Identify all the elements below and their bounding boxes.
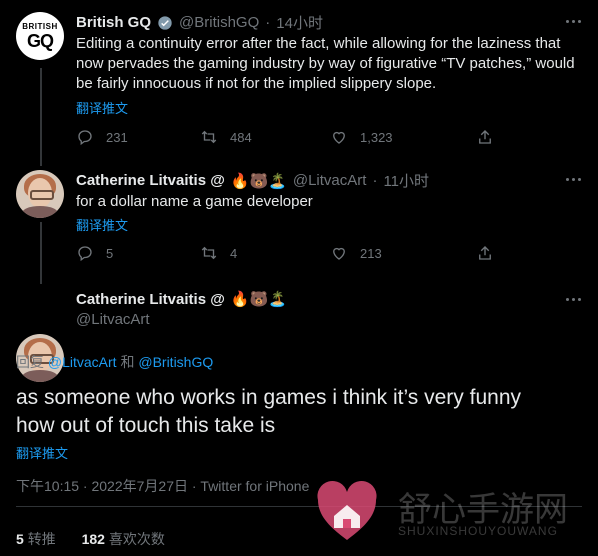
tweet1-translate-link[interactable]: 翻译推文 — [76, 98, 128, 117]
thread-connector-1 — [40, 68, 42, 166]
tweet1-time[interactable]: 14小时 — [276, 12, 323, 33]
tweet2-dot: · — [372, 172, 378, 189]
reply-context: 回复 @LitvacArt 和 @BritishGQ — [16, 352, 213, 372]
main-tweet-handle[interactable]: @LitvacArt — [76, 311, 150, 328]
like-count: 1,323 — [360, 129, 393, 145]
tweet2-name-emojis: 🔥🐻🏝️ — [230, 172, 287, 190]
tweet2-translate-link[interactable]: 翻译推文 — [76, 215, 128, 234]
tweet2-text: for a dollar name a game developer — [76, 193, 313, 210]
heart-icon — [333, 247, 345, 260]
catherine-avatar[interactable] — [16, 170, 64, 218]
retweet-count: 484 — [230, 129, 252, 145]
reply-icon — [78, 246, 92, 262]
reply-button[interactable]: 231 — [76, 128, 200, 146]
share-button[interactable] — [476, 128, 494, 146]
retweet-stat[interactable]: 5 转推 — [16, 531, 60, 547]
main-tweet-stats: 5 转推 182 喜欢次数 — [16, 529, 165, 549]
retweet-icon — [201, 130, 217, 144]
main-tweet-text-line: how out of touch this take is — [16, 414, 276, 437]
reply-count: 231 — [106, 129, 128, 145]
tweet1-text-line: now pervades the gaming industry by way … — [76, 55, 575, 72]
retweet-count: 4 — [230, 245, 238, 261]
tweet1-handle[interactable]: @BritishGQ — [179, 14, 259, 31]
like-stat-label: 喜欢次数 — [108, 531, 165, 547]
main-tweet-name-emojis: 🔥🐻🏝️ — [230, 291, 287, 308]
tweet2-time[interactable]: 11小时 — [383, 170, 429, 191]
tweet1-header: British GQ @BritishGQ · 14小时 — [76, 12, 323, 33]
share-button[interactable] — [476, 244, 494, 262]
tweet2-author-name[interactable]: Catherine Litvaitis @ — [76, 172, 225, 189]
gq-logo-bottom: GQ — [26, 30, 54, 51]
like-button[interactable]: 1,323 — [330, 128, 476, 146]
like-stat-count: 182 — [81, 531, 105, 547]
retweet-stat-label: 转推 — [27, 531, 56, 547]
verified-badge-icon — [157, 15, 173, 31]
like-count: 213 — [360, 245, 382, 261]
reply-prefix: 回复 — [16, 354, 44, 370]
main-tweet-text: as someone who works in games i think it… — [16, 384, 586, 440]
main-tweet-translate-link[interactable]: 翻译推文 — [16, 443, 68, 462]
share-icon — [479, 246, 491, 260]
watermark-subtitle: SHUXINSHOUYOUWANG — [398, 524, 558, 538]
heart-icon — [333, 131, 345, 144]
watermark-heart-house-icon — [317, 480, 377, 540]
tweet1-text-line: Editing a continuity error after the fac… — [76, 35, 561, 52]
gq-logo-top: BRITISH — [22, 21, 58, 31]
retweet-button[interactable]: 4 — [200, 244, 330, 262]
tweet1-dot: · — [265, 14, 271, 31]
retweet-stat-count: 5 — [16, 531, 24, 547]
main-tweet-header: Catherine Litvaitis @ 🔥🐻🏝️ — [76, 290, 287, 309]
retweet-icon — [201, 246, 217, 260]
reply-handle-britishgq[interactable]: @BritishGQ — [138, 354, 213, 370]
reply-icon — [78, 130, 92, 146]
reply-button[interactable]: 5 — [76, 244, 200, 262]
like-button[interactable]: 213 — [330, 244, 476, 262]
tweet1-text-line: be fairly innocuous if not for the impli… — [76, 75, 437, 92]
reply-count: 5 — [106, 245, 114, 261]
watermark: 舒心手游网 SHUXINSHOUYOUWANG — [310, 478, 590, 548]
main-tweet-more-icon[interactable] — [566, 298, 581, 301]
tweet2-handle[interactable]: @LitvacArt — [293, 172, 367, 189]
tweet2-actions: 5 4 213 — [76, 244, 516, 262]
tweet1-actions: 231 484 1,323 — [76, 128, 516, 146]
tweet2-header: Catherine Litvaitis @ 🔥🐻🏝️ @LitvacArt · … — [76, 170, 429, 191]
retweet-button[interactable]: 484 — [200, 128, 330, 146]
main-tweet-text-line: as someone who works in games i think it… — [16, 386, 522, 409]
tweet1-more-icon[interactable] — [566, 20, 581, 23]
tweet1-text: Editing a continuity error after the fac… — [76, 34, 586, 94]
main-tweet-author-name[interactable]: Catherine Litvaitis @ — [76, 291, 225, 308]
tweet1-author-name[interactable]: British GQ — [76, 14, 151, 31]
thread-connector-2 — [40, 222, 42, 284]
reply-handle-litvacart[interactable]: @LitvacArt — [48, 354, 117, 370]
tweet2-more-icon[interactable] — [566, 178, 581, 181]
share-icon — [479, 130, 491, 144]
like-stat[interactable]: 182 喜欢次数 — [82, 531, 165, 547]
reply-and: 和 — [120, 354, 135, 370]
main-tweet-timestamp[interactable]: 下午10:15 · 2022年7月27日 · Twitter for iPhon… — [16, 476, 309, 496]
british-gq-avatar[interactable]: BRITISH GQ — [16, 12, 64, 60]
